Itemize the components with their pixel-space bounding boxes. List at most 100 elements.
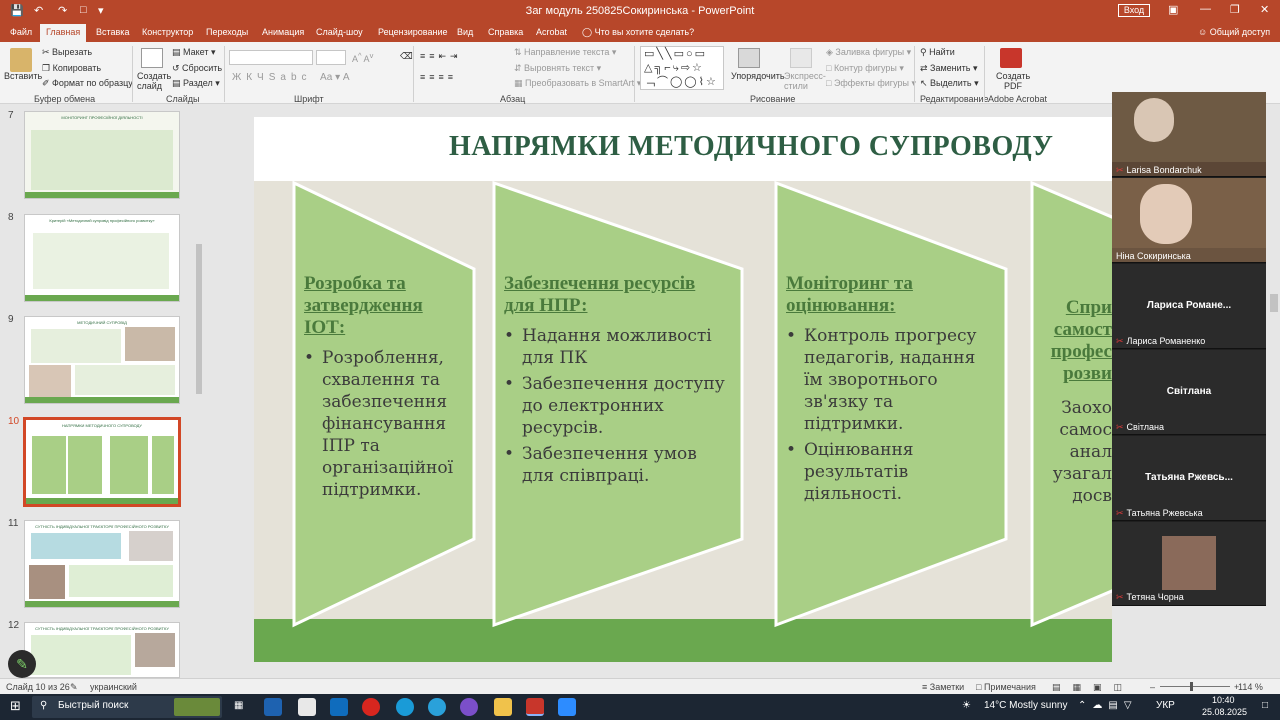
minimize-icon[interactable]: — (1200, 3, 1211, 15)
participant-tile-3[interactable]: Лариса Романе... ✂ Лариса Романенко (1112, 264, 1266, 349)
zoom-slider-thumb[interactable] (1190, 682, 1193, 691)
replace-icon: ⇄ (920, 63, 931, 73)
reset-button[interactable]: ↺ Сбросить (172, 63, 222, 74)
slide-thumbnail-12[interactable]: СУТНІСТЬ ІНДИВІДУАЛЬНОЇ ТРАЄКТОРІЇ ПРОФЕ… (24, 622, 180, 678)
maximize-icon[interactable]: ❐ (1230, 3, 1240, 16)
app-icon[interactable] (264, 698, 282, 716)
participant-tile-5[interactable]: Татьяна Ржевсь... ✂ Татьяна Ржевська (1112, 436, 1266, 521)
outlook-icon[interactable] (330, 698, 348, 716)
view-buttons[interactable]: ▤▦▣◫ (1052, 682, 1134, 693)
scroll-thumb[interactable] (196, 244, 202, 394)
align-text-button[interactable]: ⇵ Выровнять текст ▾ (514, 63, 601, 74)
new-slide-icon[interactable] (141, 48, 163, 68)
text-direction-button[interactable]: ⇅ Направление текста ▾ (514, 47, 616, 58)
create-pdf-button[interactable]: Создать PDF (996, 71, 1030, 91)
copy-button[interactable]: ❐ Копировать (42, 63, 101, 74)
arrange-button[interactable]: Упорядочить (731, 71, 785, 81)
find-button[interactable]: ⚲ Найти (920, 47, 955, 58)
viber-icon[interactable] (460, 698, 478, 716)
quick-styles-icon[interactable] (790, 48, 812, 68)
shape-outline-button[interactable]: □ Контур фигуры ▾ (826, 63, 904, 74)
convert-smartart-button[interactable]: ▦ Преобразовать в SmartArt ▾ (514, 78, 641, 89)
slide-thumbnail-7[interactable]: МОНІТОРИНГ ПРОФЕСІЙНОЇ ДІЯЛЬНОСТІ (24, 111, 180, 199)
weather-text[interactable]: 14°C Mostly sunny (984, 700, 1067, 711)
tab-insert[interactable]: Вставка (96, 27, 129, 37)
replace-button[interactable]: ⇄ Заменить ▾ (920, 63, 978, 74)
scroll-thumb[interactable] (1270, 294, 1278, 312)
slide[interactable]: НАПРЯМКИ МЕТОДИЧНОГО СУПРОВОДУ Розробка … (254, 117, 1112, 662)
grow-font-icon[interactable]: A^ Av (352, 51, 373, 64)
tab-transitions[interactable]: Переходы (206, 27, 248, 37)
pen-icon[interactable]: ✎ (8, 650, 36, 678)
powerpoint-icon[interactable] (526, 698, 544, 716)
opera-icon[interactable] (362, 698, 380, 716)
notes-button[interactable]: ≡ Заметки (922, 682, 964, 692)
tab-view[interactable]: Вид (457, 27, 473, 37)
zoom-level[interactable]: 114 % (1238, 682, 1263, 692)
section-button[interactable]: ▤ Раздел ▾ (172, 78, 220, 89)
notifications-icon[interactable]: □ (1262, 700, 1268, 711)
font-style-buttons[interactable]: ЖКЧSabc (232, 72, 312, 83)
tab-animations[interactable]: Анимация (262, 27, 304, 37)
slide-thumbnail-11[interactable]: СУТНІСТЬ ІНДИВІДУАЛЬНОЇ ТРАЄКТОРІЇ ПРОФЕ… (24, 520, 180, 608)
language-indicator[interactable]: украинский (90, 682, 137, 692)
tab-file[interactable]: Файл (10, 27, 32, 37)
explorer-icon[interactable] (494, 698, 512, 716)
participant-tile-1[interactable]: ✂ Larisa Bondarchuk (1112, 92, 1266, 177)
select-button[interactable]: ↖ Выделить ▾ (920, 78, 979, 89)
spellcheck-icon[interactable]: ✎ (70, 682, 78, 693)
slide-thumbnail-9[interactable]: МЕТОДИЧНИЙ СУПРОВІД (24, 316, 180, 404)
windows-start-icon[interactable]: ⊞ (10, 698, 21, 714)
participant-tile-6[interactable]: ✂ Тетяна Чорна (1112, 522, 1266, 606)
tab-home[interactable]: Главная (40, 24, 87, 42)
zoom-app-icon[interactable] (558, 698, 576, 716)
participant-tile-4[interactable]: Світлана ✂ Світлана (1112, 350, 1266, 435)
shape-effects-button[interactable]: □ Эффекты фигуры ▾ (826, 78, 916, 89)
telegram-icon[interactable] (428, 698, 446, 716)
slide-scrollbar[interactable] (1268, 104, 1280, 678)
close-icon[interactable]: ✕ (1260, 3, 1269, 16)
align-buttons[interactable]: ≡≡≡≡ (420, 72, 457, 82)
cut-button[interactable]: ✂ Вырезать (42, 47, 92, 58)
signin-button[interactable]: Вход (1118, 4, 1150, 17)
col1-heading: Розробка та затвердження ІОТ: (304, 273, 423, 338)
tab-help[interactable]: Справка (488, 27, 523, 37)
participant-tile-2[interactable]: Ніна Сокиринська (1112, 178, 1266, 263)
thumbnail-scrollbar[interactable] (194, 104, 204, 678)
font-name-combo[interactable] (229, 50, 313, 65)
tray-icons[interactable]: ⌃☁▤▽ (1078, 700, 1138, 711)
input-language[interactable]: УКР (1156, 700, 1175, 711)
tab-acrobat[interactable]: Acrobat (536, 27, 567, 37)
clock-time[interactable]: 10:40 (1212, 695, 1235, 705)
pdf-icon[interactable] (1000, 48, 1022, 68)
edge-icon[interactable] (396, 698, 414, 716)
tab-slideshow[interactable]: Слайд-шоу (316, 27, 363, 37)
layout-button[interactable]: ▤ Макет ▾ (172, 47, 216, 58)
paste-button[interactable]: Вставить (4, 71, 42, 81)
format-painter-button[interactable]: ✐ Формат по образцу (42, 78, 133, 89)
paste-icon[interactable] (10, 48, 32, 72)
clock-date[interactable]: 25.08.2025 (1202, 707, 1247, 717)
tab-review[interactable]: Рецензирование (378, 27, 448, 37)
shape-fill-button[interactable]: ◈ Заливка фигуры ▾ (826, 47, 911, 58)
comments-button[interactable]: □ Примечания (976, 682, 1036, 692)
new-slide-button[interactable]: Создать слайд (137, 71, 171, 91)
font-color-icon[interactable]: Аа ▾ A (320, 72, 350, 83)
quick-styles-button[interactable]: Экспресс-стили (784, 71, 826, 91)
ribbon-display-icon[interactable]: ▣ (1168, 3, 1178, 16)
zoom-out-icon[interactable]: – (1150, 682, 1155, 692)
arrange-icon[interactable] (738, 48, 760, 68)
font-size-combo[interactable] (316, 50, 346, 65)
list-buttons[interactable]: ≡≡⇤⇥ (420, 51, 462, 62)
slide-thumbnail-10[interactable]: НАПРЯМКИ МЕТОДИЧНОГО СУПРОВОДУ (23, 417, 181, 507)
app-icon[interactable] (298, 698, 316, 716)
ribbon: Вставить ✂ Вырезать ❐ Копировать ✐ Форма… (0, 42, 1280, 104)
zoom-slider[interactable] (1160, 686, 1230, 687)
task-view-icon[interactable]: ▦ (234, 700, 243, 711)
slide-thumbnail-8[interactable]: Критерій «Методичний супровід професійно… (24, 214, 180, 302)
clear-format-icon[interactable]: ⌫ (400, 51, 413, 62)
tell-me-search[interactable]: ◯ Что вы хотите сделать? (582, 27, 694, 38)
shapes-gallery[interactable]: ▭╲╲▭○▭ △╗⌐⤷⇨☆ ﹁⌒◯◯⌇☆ (640, 46, 724, 90)
share-button[interactable]: ☺ Общий доступ (1198, 27, 1270, 37)
tab-design[interactable]: Конструктор (142, 27, 193, 37)
